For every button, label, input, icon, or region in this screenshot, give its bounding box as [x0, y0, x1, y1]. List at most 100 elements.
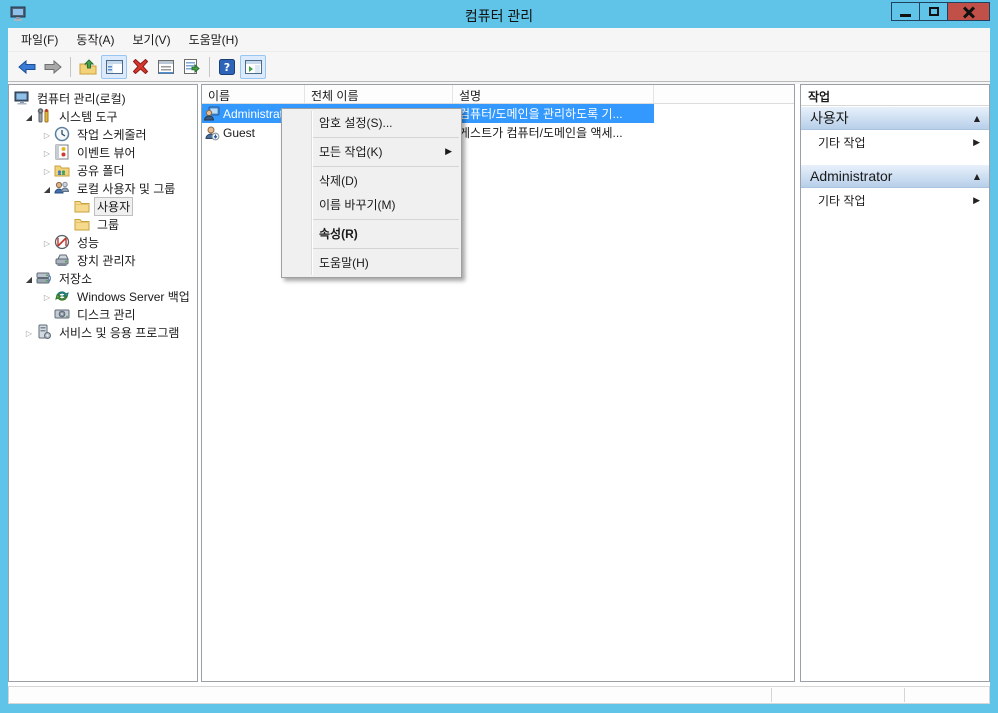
back-button[interactable] [14, 55, 40, 79]
user-name: Guest [223, 126, 255, 140]
menu-bar: 파일(F) 동작(A) 보기(V) 도움말(H) [8, 28, 990, 52]
tree-item-label: 작업 스케줄러 [74, 125, 150, 144]
actions-section-administrator[interactable]: Administrator ▲ [801, 164, 989, 188]
tree-item-device-manager[interactable]: 장치 관리자 [9, 251, 197, 269]
user-description: 게스트가 컴퓨터/도메인을 액세... [453, 124, 654, 141]
folder-icon [74, 198, 90, 214]
tree-item-label: 저장소 [56, 269, 95, 288]
actions-section-title: 사용자 [810, 108, 849, 128]
expander-icon[interactable] [40, 181, 54, 195]
tree-item-system-tools[interactable]: 시스템 도구 [9, 107, 197, 125]
expander-icon[interactable] [22, 271, 36, 285]
export-list-icon [184, 59, 201, 74]
event-viewer-icon [54, 144, 70, 160]
delete-button[interactable] [127, 55, 153, 79]
disk-icon [54, 306, 70, 322]
expander-icon[interactable] [40, 145, 54, 159]
tree-item-task-scheduler[interactable]: 작업 스케줄러 [9, 125, 197, 143]
tree-item-label: Windows Server 백업 [74, 287, 193, 306]
tree-item-label: 공유 폴더 [74, 161, 128, 180]
minimize-button[interactable] [891, 2, 920, 21]
menu-file[interactable]: 파일(F) [12, 28, 67, 51]
actions-panel: 작업 사용자 ▲ 기타 작업 ▶ Administrator ▲ 기타 작업 ▶ [800, 84, 990, 682]
submenu-arrow-icon: ▶ [973, 196, 980, 206]
properties-button[interactable] [153, 55, 179, 79]
actions-item-label: 기타 작업 [818, 134, 866, 151]
column-header-description[interactable]: 설명 [453, 85, 654, 103]
up-folder-button[interactable] [75, 55, 101, 79]
column-header-full-name[interactable]: 전체 이름 [305, 85, 453, 103]
tree-item-label: 이벤트 뷰어 [74, 143, 139, 162]
show-console-tree-button[interactable] [101, 55, 127, 79]
tree-item-users[interactable]: 사용자 [9, 197, 197, 215]
expander-icon[interactable] [40, 235, 54, 249]
menu-item-properties[interactable]: 속성(R) [282, 222, 461, 246]
title-bar[interactable]: 컴퓨터 관리 [0, 0, 998, 28]
menu-view[interactable]: 보기(V) [123, 28, 179, 51]
expander-icon[interactable] [40, 289, 54, 303]
tree-item-shared-folders[interactable]: 공유 폴더 [9, 161, 197, 179]
clock-icon [54, 126, 70, 142]
tree-item-disk-management[interactable]: 디스크 관리 [9, 305, 197, 323]
toolbar: ? [8, 52, 990, 82]
column-header-name[interactable]: 이름 [202, 85, 305, 103]
show-console-tree-icon [106, 60, 123, 74]
menu-item-delete[interactable]: 삭제(D) [282, 169, 461, 193]
actions-item-administrator-more[interactable]: 기타 작업 ▶ [801, 188, 989, 213]
actions-section-users[interactable]: 사용자 ▲ [801, 106, 989, 130]
collapse-icon[interactable]: ▲ [974, 172, 980, 181]
menu-separator [313, 219, 459, 220]
performance-icon [54, 234, 70, 250]
expander-icon[interactable] [22, 109, 36, 123]
expander-icon[interactable] [40, 127, 54, 141]
close-button[interactable] [947, 2, 990, 21]
help-icon: ? [219, 59, 235, 75]
tree-item-computer-management[interactable]: 컴퓨터 관리(로컬) [9, 89, 197, 107]
tree-item-local-users-and-groups[interactable]: 로컬 사용자 및 그룹 [9, 179, 197, 197]
menu-item-help[interactable]: 도움말(H) [282, 251, 461, 275]
show-action-pane-button[interactable] [240, 55, 266, 79]
computer-management-window: 컴퓨터 관리 파일(F) 동작(A) 보기(V) 도움말(H) [0, 0, 998, 713]
window-title: 컴퓨터 관리 [0, 6, 998, 26]
tree-item-groups[interactable]: 그룹 [9, 215, 197, 233]
tree-item-label: 사용자 [94, 197, 133, 216]
toolbar-separator [70, 57, 71, 77]
console-tree-panel: 컴퓨터 관리(로컬) 시스템 도구 작업 스케줄러 이벤트 뷰어 공유 폴더 [8, 84, 198, 682]
menu-item-all-tasks[interactable]: 모든 작업(K)▶ [282, 140, 461, 164]
tree-item-label: 그룹 [94, 215, 122, 234]
tree-item-storage[interactable]: 저장소 [9, 269, 197, 287]
expander-icon[interactable] [22, 325, 36, 339]
user-description: 컴퓨터/도메인을 관리하도록 기... [453, 105, 654, 122]
menu-item-set-password[interactable]: 암호 설정(S)... [282, 111, 461, 135]
shared-folder-icon [54, 162, 70, 178]
forward-icon [44, 60, 62, 74]
menu-action[interactable]: 동작(A) [67, 28, 123, 51]
menu-separator [313, 248, 459, 249]
tree-item-services-and-applications[interactable]: 서비스 및 응용 프로그램 [9, 323, 197, 341]
tree-item-performance[interactable]: 성능 [9, 233, 197, 251]
back-icon [18, 60, 36, 74]
status-bar-divider [904, 688, 905, 702]
tools-icon [36, 108, 52, 124]
maximize-button[interactable] [919, 2, 948, 21]
column-header-filler [654, 85, 794, 103]
menu-help[interactable]: 도움말(H) [180, 28, 248, 51]
actions-gap [801, 155, 989, 164]
submenu-arrow-icon: ▶ [973, 138, 980, 148]
actions-item-users-more[interactable]: 기타 작업 ▶ [801, 130, 989, 155]
show-action-pane-icon [245, 60, 262, 74]
properties-icon [158, 60, 174, 74]
device-icon [54, 252, 70, 268]
collapse-icon[interactable]: ▲ [974, 114, 980, 123]
tree-item-label: 서비스 및 응용 프로그램 [56, 323, 182, 342]
tree-item-windows-server-backup[interactable]: Windows Server 백업 [9, 287, 197, 305]
tree-item-event-viewer[interactable]: 이벤트 뷰어 [9, 143, 197, 161]
help-button[interactable]: ? [214, 55, 240, 79]
export-list-button[interactable] [179, 55, 205, 79]
menu-item-rename[interactable]: 이름 바꾸기(M) [282, 193, 461, 217]
services-icon [36, 324, 52, 340]
expander-icon[interactable] [40, 163, 54, 177]
forward-button[interactable] [40, 55, 66, 79]
tree-item-label: 컴퓨터 관리(로컬) [34, 89, 129, 108]
up-folder-icon [79, 59, 97, 75]
